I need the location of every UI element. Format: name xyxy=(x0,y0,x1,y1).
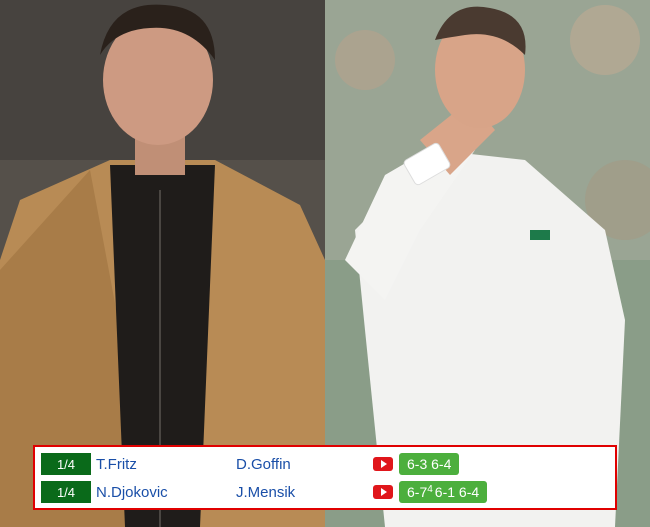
player-b-link[interactable]: D.Goffin xyxy=(236,456,291,473)
score-badge[interactable]: 6-7 4 6-1 6-4 xyxy=(399,481,488,503)
score-set1: 6-7 xyxy=(407,484,428,500)
round-badge: 1/4 xyxy=(41,481,91,503)
youtube-play-icon[interactable] xyxy=(373,457,393,471)
score-rest: 6-1 6-4 xyxy=(434,484,480,500)
player-a-link[interactable]: T.Fritz xyxy=(96,456,137,473)
round-badge: 1/4 xyxy=(41,453,91,475)
player-a-link[interactable]: N.Djokovic xyxy=(96,484,168,501)
match-row: 1/4 N.Djokovic J.Mensik 6-7 4 6-1 6-4 xyxy=(41,481,609,503)
match-results-panel: 1/4 T.Fritz D.Goffin 6-3 6-4 1/4 N.Djoko… xyxy=(33,445,617,510)
player-b-link[interactable]: J.Mensik xyxy=(236,484,295,501)
match-row: 1/4 T.Fritz D.Goffin 6-3 6-4 xyxy=(41,453,609,475)
score-badge[interactable]: 6-3 6-4 xyxy=(399,453,460,475)
youtube-play-icon[interactable] xyxy=(373,485,393,499)
